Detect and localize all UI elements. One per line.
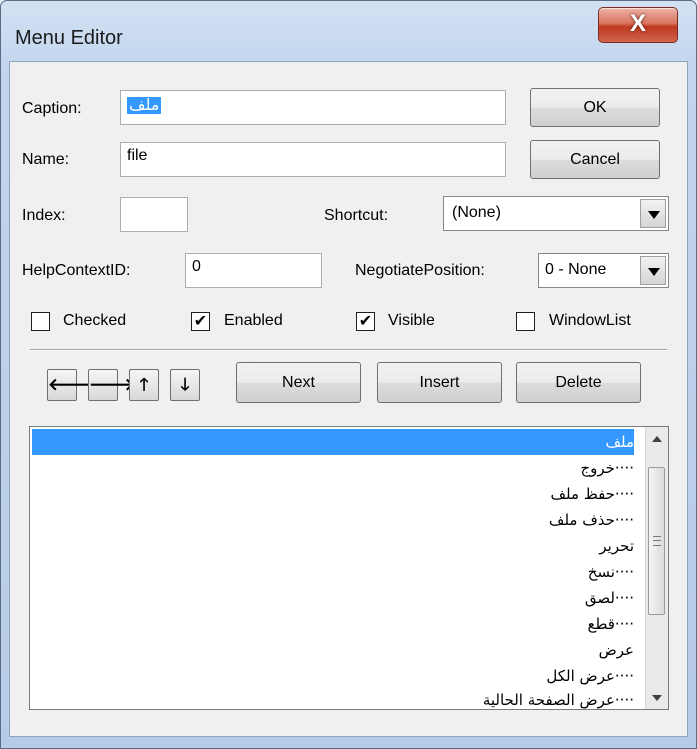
separator [30,349,667,351]
index-label: Index: [22,207,66,224]
caption-label: Caption: [22,100,82,117]
helpcontextid-input[interactable]: 0 [185,253,322,288]
delete-button[interactable]: Delete [516,362,641,403]
windowlist-label: WindowList [549,312,631,329]
negotiateposition-label: NegotiatePosition: [355,262,485,279]
negotiateposition-value: 0 - None [545,261,607,278]
windowlist-checkbox[interactable] [516,312,535,331]
enabled-checkbox[interactable]: ✔ [191,312,210,331]
name-input[interactable]: file [120,142,506,177]
scroll-up-arrow-icon[interactable] [646,427,668,449]
insert-button[interactable]: Insert [377,362,502,403]
arrow-up-icon: 🡑 [139,375,149,394]
list-item[interactable]: ····حفظ ملف [32,481,634,507]
list-item[interactable]: ····خروج [32,455,634,481]
list-item[interactable]: ····عرض الكل [32,663,634,689]
arrow-down-icon: 🡓 [180,375,190,394]
caption-value: ملف [127,97,162,114]
visible-checkbox[interactable]: ✔ [356,312,375,331]
list-item[interactable]: ملف [32,429,634,455]
move-right-button[interactable]: 🡒 [88,369,135,401]
move-left-button[interactable]: 🡐 [47,369,94,401]
caption-input[interactable]: ملف [120,90,506,125]
chevron-down-icon[interactable] [640,256,666,285]
shortcut-value: (None) [452,204,501,221]
scrollbar-thumb[interactable] [648,467,665,615]
menu-items-listbox[interactable]: ملف ····خروج ····حفظ ملف ····حذف ملف تحر… [29,426,669,710]
helpcontextid-label: HelpContextID: [22,262,131,279]
checkmark-icon: ✔ [358,313,373,330]
next-button[interactable]: Next [236,362,361,403]
arrow-right-icon: 🡒 [89,375,135,394]
list-item[interactable]: ····نسخ [32,559,634,585]
scroll-down-arrow-icon[interactable] [646,687,668,709]
name-label: Name: [22,151,70,168]
list-item[interactable]: تحرير [32,533,634,559]
ok-button[interactable]: OK [530,88,660,127]
helpcontextid-value: 0 [192,258,201,275]
visible-label: Visible [388,312,435,329]
chevron-down-icon[interactable] [640,199,666,228]
checkmark-icon: ✔ [193,313,208,330]
close-icon: X [629,10,646,37]
vertical-scrollbar[interactable] [645,427,668,709]
negotiateposition-dropdown[interactable]: 0 - None [538,253,669,288]
checked-checkbox[interactable] [31,312,50,331]
list-item[interactable]: ····قطع [32,611,634,637]
index-input[interactable] [120,197,188,232]
enabled-label: Enabled [224,312,283,329]
move-down-button[interactable]: 🡓 [170,369,200,401]
window-title: Menu Editor [15,27,123,49]
menu-editor-window: Menu Editor X Caption: ملف OK Name: file… [0,0,697,749]
dialog-client-area: Caption: ملف OK Name: file Cancel Index:… [9,61,688,737]
scroll-grip-icon [653,536,661,546]
cancel-button[interactable]: Cancel [530,140,660,179]
shortcut-label: Shortcut: [324,207,389,224]
arrow-left-icon: 🡐 [48,375,94,394]
list-item[interactable]: ····لصق [32,585,634,611]
name-value: file [127,147,148,164]
list-item[interactable]: ····عرض الصفحة الحالية [32,687,634,709]
list-item[interactable]: ····حذف ملف [32,507,634,533]
close-button[interactable]: X [598,7,678,43]
title-bar[interactable]: Menu Editor X [1,1,696,61]
shortcut-dropdown[interactable]: (None) [443,196,669,231]
move-up-button[interactable]: 🡑 [129,369,159,401]
list-item[interactable]: عرض [32,637,634,663]
checked-label: Checked [63,312,127,329]
